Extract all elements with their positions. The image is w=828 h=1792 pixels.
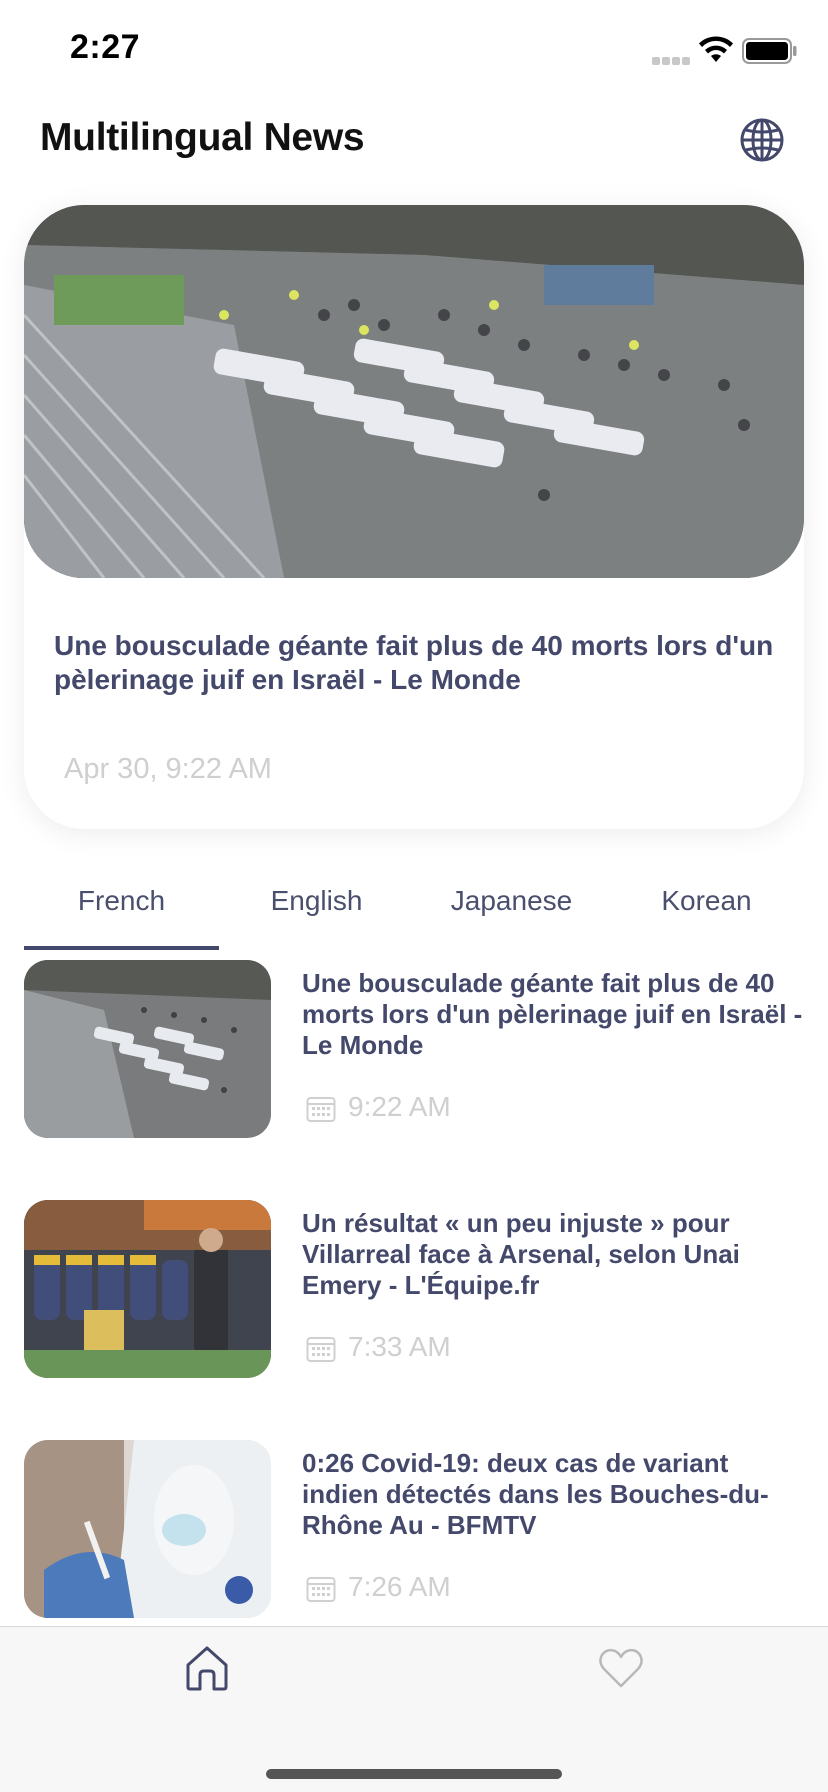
tab-english[interactable]: English: [219, 870, 414, 950]
home-indicator: [266, 1769, 562, 1779]
app-screen: 2:27 Multilingual News Une bousculade gé…: [0, 0, 828, 1792]
calendar-icon: [306, 1337, 336, 1362]
language-button[interactable]: [738, 116, 786, 164]
featured-article-image: [24, 205, 804, 578]
heart-icon: [599, 1648, 643, 1688]
featured-article-card[interactable]: Une bousculade géante fait plus de 40 mo…: [24, 205, 804, 829]
featured-article-date: Apr 30, 9:22 AM: [64, 753, 272, 785]
tab-french[interactable]: French: [24, 870, 219, 950]
status-time: 2:27: [70, 28, 141, 66]
home-tab[interactable]: [182, 1643, 232, 1693]
article-title: Une bousculade géante fait plus de 40 mo…: [302, 968, 803, 1060]
tab-korean[interactable]: Korean: [609, 870, 804, 950]
tab-japanese[interactable]: Japanese: [414, 870, 609, 950]
home-icon: [186, 1646, 228, 1691]
calendar-icon: [306, 1097, 336, 1122]
selected-tab-indicator: [24, 946, 219, 950]
bottom-tab-bar: [0, 1626, 828, 1792]
article-time: 7:33 AM: [348, 1331, 451, 1362]
article-thumbnail: [24, 1440, 271, 1618]
list-item[interactable]: Un résultat « un peu injuste » pour Vill…: [24, 1200, 814, 1380]
language-tabs: French English Japanese Korean: [24, 870, 804, 950]
globe-icon: [740, 118, 784, 162]
battery-icon: [742, 38, 797, 64]
article-thumbnail: [24, 1200, 271, 1378]
list-item[interactable]: 0:26 Covid-19: deux cas de variant indie…: [24, 1440, 814, 1620]
page-title: Multilingual News: [40, 116, 365, 159]
article-thumbnail: [24, 960, 271, 1138]
list-item[interactable]: Une bousculade géante fait plus de 40 mo…: [24, 960, 814, 1140]
featured-article-title: Une bousculade géante fait plus de 40 mo…: [54, 630, 774, 695]
article-title: Un résultat « un peu injuste » pour Vill…: [302, 1208, 740, 1300]
favorites-tab[interactable]: [596, 1643, 646, 1693]
article-time: 7:26 AM: [348, 1571, 451, 1602]
cellular-signal-icon: [652, 52, 692, 65]
article-time: 9:22 AM: [348, 1091, 451, 1122]
status-bar: 2:27: [0, 0, 828, 100]
article-title: 0:26 Covid-19: deux cas de variant indie…: [302, 1448, 769, 1540]
wifi-icon: [699, 36, 733, 62]
calendar-icon: [306, 1577, 336, 1602]
